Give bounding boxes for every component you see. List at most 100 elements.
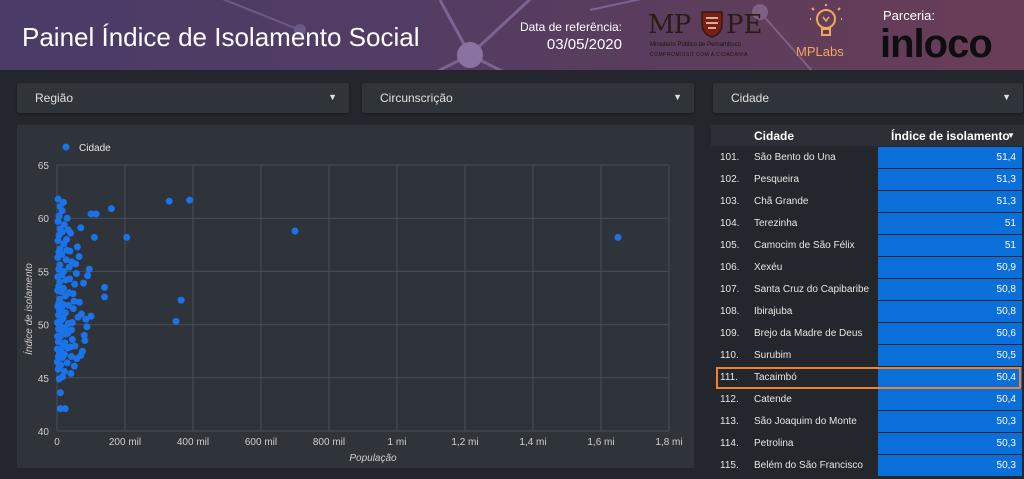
row-value: 51,4: [996, 152, 1016, 163]
data-point[interactable]: [68, 335, 76, 343]
data-point[interactable]: [54, 273, 62, 281]
data-point[interactable]: [66, 275, 74, 283]
table-row[interactable]: 111. Tacaimbó 50,4: [711, 367, 1024, 389]
x-axis-label: População: [349, 453, 397, 464]
table-row[interactable]: 107. Santa Cruz do Capibaribe 50,8: [711, 279, 1024, 301]
row-number: 102.: [720, 174, 740, 185]
data-point[interactable]: [63, 359, 71, 367]
x-tick-label: 0: [54, 437, 60, 448]
row-value: 50,4: [996, 372, 1016, 383]
data-point[interactable]: [67, 370, 75, 378]
row-number: 113.: [720, 416, 739, 427]
data-point[interactable]: [614, 233, 622, 241]
data-point[interactable]: [84, 272, 92, 280]
data-point[interactable]: [54, 217, 62, 225]
data-point[interactable]: [63, 246, 71, 254]
table-row[interactable]: 109. Brejo da Madre de Deus 50,6: [711, 323, 1024, 345]
data-point[interactable]: [54, 318, 62, 326]
data-point[interactable]: [66, 343, 74, 351]
data-point[interactable]: [73, 243, 81, 251]
data-point[interactable]: [55, 311, 63, 319]
data-point[interactable]: [123, 233, 131, 241]
data-point[interactable]: [62, 330, 70, 338]
data-point[interactable]: [81, 337, 89, 345]
data-point[interactable]: [54, 237, 62, 245]
data-point[interactable]: [53, 345, 61, 353]
header-banner: Painel Índice de Isolamento Social Data …: [0, 0, 1024, 70]
data-point[interactable]: [56, 225, 64, 233]
data-point[interactable]: [55, 265, 63, 273]
data-point[interactable]: [73, 355, 81, 363]
data-point[interactable]: [77, 310, 85, 318]
data-point[interactable]: [55, 375, 63, 383]
data-point[interactable]: [90, 233, 98, 241]
data-point[interactable]: [83, 323, 91, 331]
data-point[interactable]: [59, 198, 67, 206]
y-axis-label: Índice de isolamento: [22, 263, 35, 355]
chart-legend[interactable]: Cidade: [62, 143, 112, 154]
data-point[interactable]: [53, 358, 61, 366]
sort-desc-icon[interactable]: ▼: [1007, 131, 1015, 140]
row-value: 50,8: [996, 306, 1016, 317]
data-point[interactable]: [172, 317, 180, 325]
y-tick-label: 45: [38, 374, 50, 385]
x-tick-label: 1,8 mi: [655, 437, 682, 448]
data-point[interactable]: [71, 280, 79, 288]
table-row[interactable]: 105. Camocim de São Félix 51: [711, 235, 1024, 257]
table-row[interactable]: 108. Ibirajuba 50,8: [711, 301, 1024, 323]
data-point[interactable]: [54, 303, 62, 311]
table-row[interactable]: 101. São Bento do Una 51,4: [711, 147, 1024, 169]
data-point[interactable]: [101, 293, 109, 301]
data-point[interactable]: [69, 290, 77, 298]
row-city: Santa Cruz do Capibaribe: [754, 284, 870, 295]
filter-regiao[interactable]: Região ▼: [17, 83, 349, 113]
data-point[interactable]: [177, 296, 185, 304]
data-point[interactable]: [92, 210, 100, 218]
data-point[interactable]: [107, 205, 115, 213]
scatter-chart[interactable]: 40 45 50 55 60 65 0 200 mil 400 mil 600 mil 800 m…: [17, 125, 694, 468]
data-point[interactable]: [77, 224, 85, 232]
column-header-isolation[interactable]: Índice de isolamento: [891, 129, 1010, 143]
data-point[interactable]: [68, 258, 76, 266]
data-point[interactable]: [75, 298, 83, 306]
data-point[interactable]: [64, 226, 72, 234]
data-point[interactable]: [75, 253, 83, 261]
data-point[interactable]: [291, 227, 299, 235]
row-number: 114.: [720, 438, 739, 449]
filter-cidade[interactable]: Cidade ▼: [713, 83, 1023, 113]
table-row[interactable]: 104. Terezinha 51: [711, 213, 1024, 235]
data-point[interactable]: [70, 362, 78, 370]
data-point[interactable]: [56, 389, 64, 397]
table-row[interactable]: 112. Catende 50,4: [711, 389, 1024, 411]
column-header-city[interactable]: Cidade: [754, 129, 794, 143]
data-point[interactable]: [165, 197, 173, 205]
data-point[interactable]: [54, 254, 62, 262]
data-point[interactable]: [54, 332, 62, 340]
data-point[interactable]: [63, 214, 71, 222]
data-point[interactable]: [55, 325, 63, 333]
row-city: Terezinha: [754, 218, 798, 229]
table-row[interactable]: 115. Belém do São Francisco 50,3: [711, 455, 1024, 477]
data-point[interactable]: [101, 283, 109, 291]
mppe-logo: MP PE Ministério Público de Pernambuco C…: [640, 8, 768, 66]
data-point[interactable]: [72, 270, 80, 278]
row-value-bar: 50,9: [878, 257, 1022, 278]
table-row[interactable]: 102. Pesqueira 51,3: [711, 169, 1024, 191]
row-number: 111.: [720, 372, 738, 383]
data-point[interactable]: [61, 405, 69, 413]
data-point[interactable]: [85, 265, 93, 273]
table-row[interactable]: 114. Petrolina 50,3: [711, 433, 1024, 455]
caret-down-icon: ▼: [673, 92, 682, 102]
data-point[interactable]: [54, 287, 62, 295]
table-row[interactable]: 103. Chã Grande 51,3: [711, 191, 1024, 213]
x-tick-label: 400 mil: [177, 437, 209, 448]
table-row[interactable]: 106. Xexéu 50,9: [711, 257, 1024, 279]
data-point[interactable]: [186, 196, 194, 204]
filter-circunscricao[interactable]: Circunscrição ▼: [362, 83, 694, 113]
data-point[interactable]: [54, 365, 62, 373]
row-value-bar: 51,4: [878, 147, 1022, 168]
table-row[interactable]: 110. Surubim 50,5: [711, 345, 1024, 367]
row-value-bar: 51,3: [878, 169, 1022, 190]
data-point[interactable]: [80, 279, 88, 287]
table-row[interactable]: 113. São Joaquim do Monte 50,3: [711, 411, 1024, 433]
